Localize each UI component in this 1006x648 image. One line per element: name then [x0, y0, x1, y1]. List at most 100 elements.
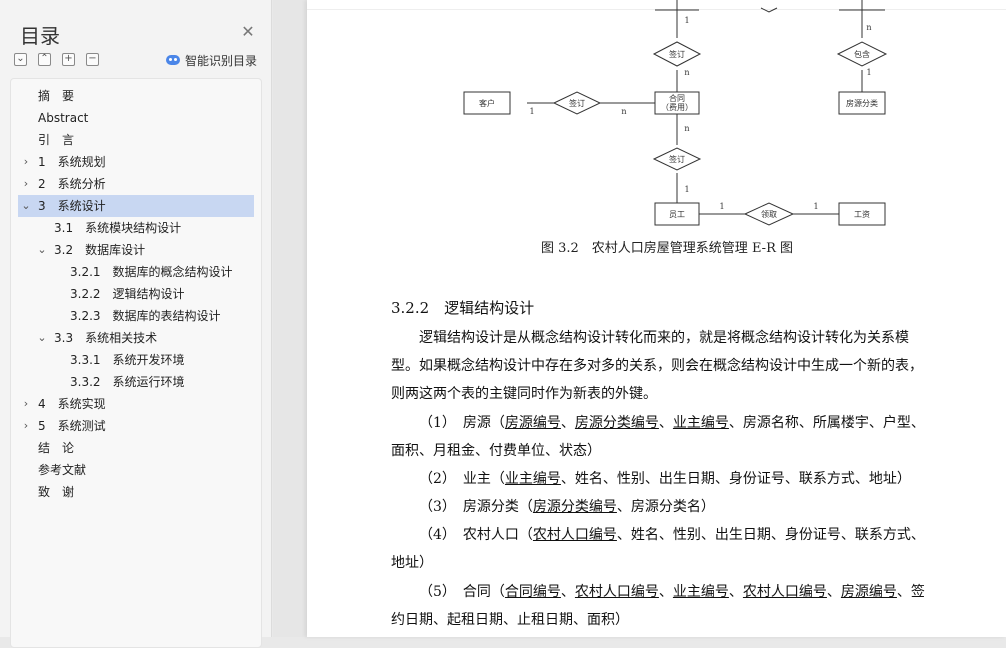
item-population-line2: 地址）	[391, 555, 433, 571]
item-contract-key: 农村人口编号	[742, 584, 827, 600]
toc-item-label: 引 言	[38, 133, 75, 147]
collapse-down-icon[interactable]: ⌄	[14, 53, 27, 66]
sidebar-title: 目录	[20, 24, 60, 48]
toc-item-label: 3.3.2 系统运行环境	[70, 375, 185, 389]
smart-recognize-button[interactable]: 智能识别目录	[166, 51, 257, 69]
item-house-key: 房源编号	[504, 415, 561, 431]
entity-house-category-label: 房源分类	[846, 98, 878, 108]
remove-icon[interactable]: −	[86, 53, 99, 66]
toc-item-label: 5 系统测试	[38, 419, 106, 433]
toc-item[interactable]: 结 论	[18, 437, 254, 459]
toc-item[interactable]: ⌄ 3.3 系统相关技术	[18, 327, 254, 349]
cardinality-label: 1	[684, 185, 689, 194]
toc-item[interactable]: 参考文献	[18, 459, 254, 481]
intro-line: 逻辑结构设计是从概念结构设计转化而来的，就是将概念结构设计转化为关系模	[419, 330, 909, 346]
toc-item-label: 致 谢	[38, 485, 75, 499]
item-contract: （5） 合同（合同编号、农村人口编号、业主编号、农村人口编号、房源编号、签 约日…	[391, 578, 951, 634]
item-contract-key: 合同编号	[504, 584, 561, 600]
toc-item[interactable]: › 5 系统测试	[18, 415, 254, 437]
toc-item-label: 3.2.1 数据库的概念结构设计	[70, 265, 233, 279]
item-house-prefix: （1） 房源（	[419, 415, 505, 431]
chevron-down-icon[interactable]: ⌄	[36, 239, 48, 261]
cardinality-label: 1	[813, 202, 818, 211]
item-owner-prefix: （2） 业主（	[419, 471, 505, 487]
relation-contain-label: 包含	[854, 49, 870, 59]
toc-item-label: 结 论	[38, 441, 75, 455]
item-house: （1） 房源（房源编号、房源分类编号、业主编号、房源名称、所属楼宇、户型、 面积…	[391, 409, 951, 465]
relation-sign-left-label: 签订	[569, 98, 585, 108]
toc-item[interactable]: 引 言	[18, 129, 254, 151]
intro-line: 则两这两个表的主键同时作为新表的外键。	[391, 386, 657, 402]
toc-item[interactable]: 3.2.1 数据库的概念结构设计	[18, 261, 254, 283]
separator: 、	[560, 584, 575, 600]
toc-item[interactable]: 3.3.1 系统开发环境	[18, 349, 254, 371]
toc-item[interactable]: 3.1 系统模块结构设计	[18, 217, 254, 239]
chevron-down-icon[interactable]: ⌄	[20, 195, 32, 217]
smart-recognize-icon	[166, 55, 180, 65]
relation-sign-bottom-label: 签订	[669, 154, 685, 164]
item-contract-prefix: （5） 合同（	[419, 584, 505, 600]
cardinality-label: 1	[866, 68, 871, 77]
item-contract-key: 业主编号	[672, 584, 729, 600]
toc-item[interactable]: › 2 系统分析	[18, 173, 254, 195]
cardinality-label: n	[684, 124, 689, 133]
chevron-right-icon[interactable]: ›	[20, 173, 32, 195]
cardinality-label: n	[621, 107, 626, 116]
entity-employee-label: 员工	[669, 210, 685, 219]
item-contract-rest: 、签	[896, 584, 925, 600]
entity-contract-label: 合同	[669, 93, 685, 103]
toc-item-label: Abstract	[38, 111, 89, 125]
toc-item[interactable]: › 1 系统规划	[18, 151, 254, 173]
toc-item[interactable]: › 4 系统实现	[18, 393, 254, 415]
toc-item-label: 3.2.3 数据库的表结构设计	[70, 309, 221, 323]
separator: 、	[728, 584, 743, 600]
collapse-up-icon[interactable]: ⌃	[38, 53, 51, 66]
intro-line: 型。如果概念结构设计中存在多对多的关系，则会在概念结构设计中生成一个新的表，	[391, 358, 923, 374]
item-house-key: 房源分类编号	[574, 415, 659, 431]
figure-caption: 图 3.2 农村人口房屋管理系统管理 E-R 图	[541, 241, 793, 256]
chevron-right-icon[interactable]: ›	[20, 393, 32, 415]
smart-recognize-label: 智能识别目录	[185, 53, 258, 68]
toc-item[interactable]: 致 谢	[18, 481, 254, 503]
separator: 、	[658, 584, 673, 600]
toc-item-label: 3.1 系统模块结构设计	[54, 221, 182, 235]
toc-item-label: 参考文献	[38, 463, 87, 477]
item-house-rest: 、房源名称、所属楼宇、户型、	[728, 415, 925, 431]
toc-item[interactable]: 3.3.2 系统运行环境	[18, 371, 254, 393]
toc-item[interactable]: Abstract	[18, 107, 254, 129]
document-page: 客户 合同 （费用） 房源分类 员工 工资 签订 包含 签订 签订 领取 1 n…	[307, 0, 1006, 637]
item-owner: （2） 业主（业主编号、姓名、性别、出生日期、身份证号、联系方式、地址）	[391, 465, 951, 493]
toc-item[interactable]: 3.2.3 数据库的表结构设计	[18, 305, 254, 327]
toc-item-label: 1 系统规划	[38, 155, 106, 169]
cardinality-label: 1	[529, 107, 534, 116]
separator: 、	[826, 584, 841, 600]
item-house-category: （3） 房源分类（房源分类编号、房源分类名）	[391, 493, 951, 521]
add-icon[interactable]: +	[62, 53, 75, 66]
item-category-rest: 、房源分类名）	[616, 499, 715, 515]
item-house-key: 业主编号	[672, 415, 729, 431]
entity-salary-label: 工资	[854, 209, 870, 219]
toc-item-label: 3.3.1 系统开发环境	[70, 353, 185, 367]
toc-item-label: 3.2.2 逻辑结构设计	[70, 287, 185, 301]
relation-sign-top-label: 签订	[669, 49, 685, 59]
er-diagram: 客户 合同 （费用） 房源分类 员工 工资 签订 包含 签订 签订 领取 1 n…	[463, 0, 888, 226]
close-icon[interactable]: ✕	[240, 24, 256, 40]
toc-item[interactable]: 摘 要	[18, 85, 254, 107]
toc-item-label: 3.3 系统相关技术	[54, 331, 158, 345]
relation-receive-label: 领取	[761, 209, 777, 219]
page-gutter	[273, 0, 307, 637]
chevron-right-icon[interactable]: ›	[20, 415, 32, 437]
item-house-line2: 面积、月租金、付费单位、状态）	[391, 443, 601, 459]
toc-item[interactable]: ⌄ 3.2 数据库设计	[18, 239, 254, 261]
toc-item[interactable]: ⌄ 3 系统设计	[18, 195, 254, 217]
chevron-down-icon[interactable]: ⌄	[36, 327, 48, 349]
separator: 、	[658, 415, 673, 431]
item-contract-key: 农村人口编号	[574, 584, 659, 600]
entity-contract-sublabel: （费用）	[661, 102, 693, 112]
toc-list: 摘 要 Abstract 引 言 › 1 系统规划 › 2 系统分析 ⌄ 3 系统设计 3.1 系…	[10, 78, 262, 648]
toc-item-label: 摘 要	[38, 89, 75, 103]
chevron-right-icon[interactable]: ›	[20, 151, 32, 173]
section-heading: 3.2.2 逻辑结构设计	[391, 299, 535, 317]
item-contract-key: 房源编号	[840, 584, 897, 600]
toc-item[interactable]: 3.2.2 逻辑结构设计	[18, 283, 254, 305]
